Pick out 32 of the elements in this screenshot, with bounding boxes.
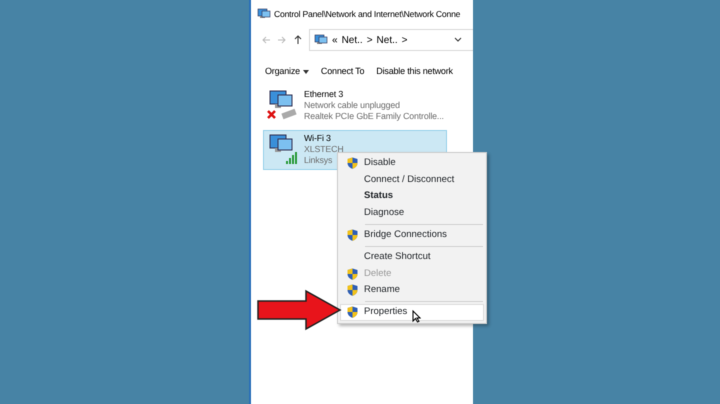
address-bar[interactable]: « Net.. > Net.. >	[309, 29, 473, 51]
connection-name: Ethernet 3	[304, 89, 344, 100]
menu-item[interactable]: Create Shortcut	[340, 248, 484, 266]
connection-status: XLSTECH	[304, 144, 344, 155]
breadcrumb-separator: >	[402, 34, 408, 48]
toolbar-button[interactable]: Connect To	[320, 61, 364, 82]
shield-icon	[347, 229, 358, 242]
menu-item[interactable]: Status	[340, 188, 484, 205]
up-icon[interactable]	[293, 35, 303, 45]
breadcrumb-item[interactable]: Net..	[342, 32, 363, 48]
shield-icon	[347, 157, 358, 170]
window-title: Control Panel\Network and Internet\Network Conne	[274, 8, 460, 20]
menu-item[interactable]: Properties	[340, 304, 484, 321]
shield-icon	[347, 284, 358, 296]
network-folder-icon	[314, 34, 328, 46]
shield-icon	[347, 268, 358, 280]
caret-icon	[302, 70, 309, 74]
connection-name: Wi-Fi 3	[304, 133, 332, 144]
toolbar-button[interactable]: Organize	[265, 61, 309, 82]
network-folder-icon	[257, 8, 271, 20]
breadcrumb-separator: >	[366, 34, 373, 48]
connection-item[interactable]: Ethernet 3 Network cable unplugged Realtek PCIe GbE Family Controlle...	[263, 86, 465, 126]
breadcrumb-item[interactable]: Net..	[376, 32, 398, 48]
dropdown-icon[interactable]	[453, 36, 463, 44]
cursor-icon	[412, 310, 421, 323]
connection-status: Network cable unplugged	[304, 100, 401, 111]
adapter-name: Realtek PCIe GbE Family Controlle...	[304, 111, 444, 122]
menu-item[interactable]: Connect / Disconnect	[340, 172, 484, 188]
toolbar-button[interactable]: Disable this network	[376, 61, 453, 82]
shield-icon	[347, 306, 358, 318]
breadcrumb-chevron: «	[332, 34, 338, 48]
adapter-name: Linksys	[304, 155, 334, 166]
